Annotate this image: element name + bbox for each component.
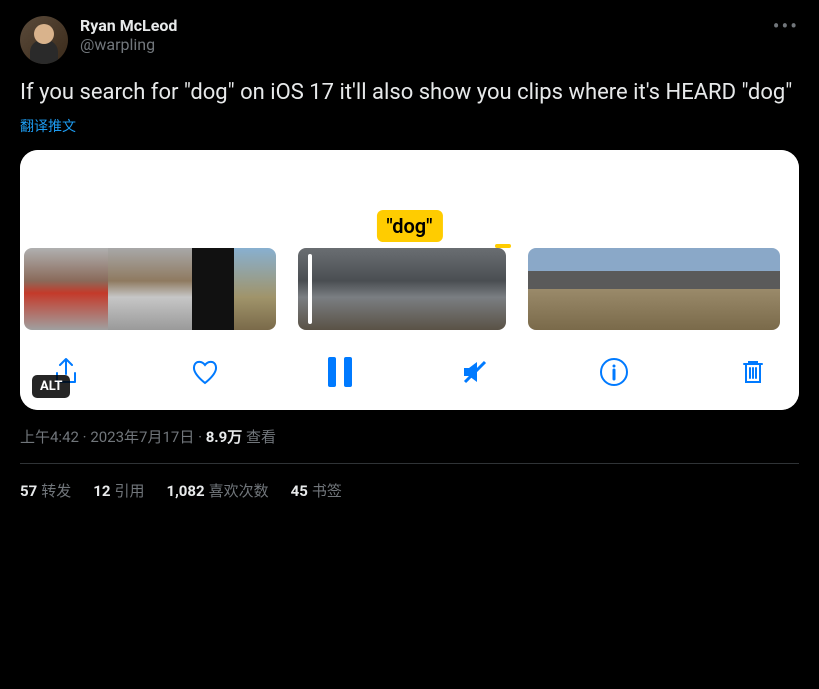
video-thumbnail (24, 248, 66, 330)
alt-badge[interactable]: ALT (32, 375, 70, 398)
retweets-count: 57 (20, 482, 37, 500)
views-count: 8.9万 (206, 428, 243, 446)
more-icon[interactable]: ••• (773, 14, 799, 38)
likes-count: 1,082 (166, 482, 204, 500)
quotes-stat[interactable]: 12引用 (93, 480, 144, 501)
tweet-time[interactable]: 上午4:42 (20, 428, 79, 446)
video-thumbnail (708, 248, 744, 330)
video-thumbnail (192, 248, 234, 330)
bookmarks-label: 书签 (312, 482, 342, 500)
tweet-meta: 上午4:42 · 2023年7月17日 · 8.9万 查看 (20, 426, 799, 447)
retweets-label: 转发 (41, 482, 71, 500)
bookmarks-stat[interactable]: 45书签 (291, 480, 342, 501)
clip-group[interactable] (528, 248, 780, 330)
info-icon[interactable] (598, 356, 630, 388)
trash-icon[interactable] (737, 356, 769, 388)
display-name: Ryan McLeod (80, 16, 177, 35)
video-thumbnail (108, 248, 150, 330)
video-thumbnail (528, 248, 564, 330)
video-thumbnail (564, 248, 600, 330)
tweet-stats: 57转发 12引用 1,082 喜欢次数 45书签 (20, 464, 799, 501)
likes-label: 喜欢次数 (209, 482, 269, 500)
quotes-label: 引用 (114, 482, 144, 500)
media-preview-header: "dog" (20, 150, 799, 242)
video-thumbnail (672, 248, 708, 330)
video-thumbnail (744, 248, 780, 330)
video-thumbnail (600, 248, 636, 330)
caption-badge: "dog" (376, 210, 442, 242)
handle: @warpling (80, 35, 177, 54)
tweet-date[interactable]: 2023年7月17日 (90, 428, 194, 446)
views-label: 查看 (246, 428, 276, 446)
mute-icon[interactable] (459, 356, 491, 388)
video-thumbnail-strip (20, 242, 799, 336)
heart-icon[interactable] (189, 356, 221, 388)
media-attachment[interactable]: "dog" (20, 150, 799, 410)
video-thumbnail (454, 248, 506, 330)
video-thumbnail (150, 248, 192, 330)
tweet-text: If you search for "dog" on iOS 17 it'll … (20, 78, 799, 108)
retweets-stat[interactable]: 57转发 (20, 480, 71, 501)
likes-stat[interactable]: 1,082 喜欢次数 (166, 480, 268, 501)
tweet: Ryan McLeod @warpling ••• If you search … (0, 0, 819, 517)
video-thumbnail (402, 248, 454, 330)
media-control-bar (20, 336, 799, 410)
quotes-count: 12 (93, 482, 110, 500)
clip-group[interactable] (24, 248, 276, 330)
clip-group[interactable] (298, 248, 506, 330)
translate-link[interactable]: 翻译推文 (20, 116, 76, 136)
bookmarks-count: 45 (291, 482, 308, 500)
tweet-header: Ryan McLeod @warpling (20, 16, 799, 64)
video-thumbnail (66, 248, 108, 330)
video-thumbnail (350, 248, 402, 330)
video-thumbnail (234, 248, 276, 330)
pause-icon[interactable] (328, 357, 352, 387)
author-block[interactable]: Ryan McLeod @warpling (80, 16, 177, 54)
video-thumbnail (636, 248, 672, 330)
avatar[interactable] (20, 16, 68, 64)
video-thumbnail (298, 248, 350, 330)
